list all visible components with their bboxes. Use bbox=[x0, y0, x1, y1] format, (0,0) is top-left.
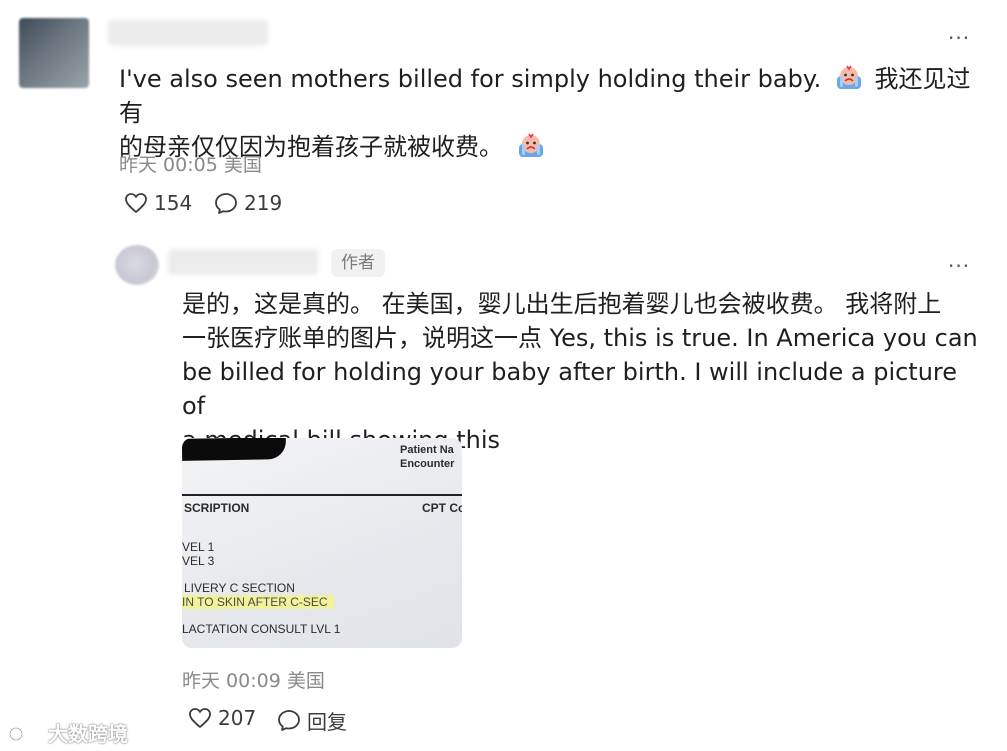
medical-bill-image[interactable]: Patient Na Encounter SCRIPTION CPT Co VE… bbox=[182, 438, 462, 648]
bill-patient-name-label: Patient Na bbox=[400, 444, 454, 456]
author-avatar[interactable] bbox=[115, 245, 159, 285]
comment-text: I've also seen mothers billed for simply… bbox=[119, 62, 989, 164]
heart-icon bbox=[125, 193, 147, 213]
comment-time: 昨天 00:05 bbox=[119, 154, 218, 176]
bill-row: VEL 3 bbox=[182, 554, 215, 568]
reply-text: 是的，这是真的。 在美国，婴儿出生后抱着婴儿也会被收费。 我将附上 一张医疗账单… bbox=[182, 287, 982, 457]
redacted-area bbox=[182, 438, 287, 461]
like-button[interactable]: 154 bbox=[124, 191, 192, 215]
comment-text-en: I've also seen mothers billed for simply… bbox=[119, 65, 822, 93]
watermark: 大数跨境 bbox=[8, 718, 128, 747]
reply-text-line: 是的，这是真的。 在美国，婴儿出生后抱着婴儿也会被收费。 我将附上 bbox=[182, 290, 942, 318]
like-count: 207 bbox=[218, 706, 257, 730]
bill-cpt-header: CPT Co bbox=[422, 501, 462, 515]
like-button[interactable]: 207 bbox=[188, 706, 256, 730]
more-options-icon[interactable]: ··· bbox=[948, 256, 970, 276]
comment-meta: 昨天 00:05 美国 bbox=[119, 150, 262, 177]
reply-button[interactable]: 回复 bbox=[277, 706, 347, 735]
comment-location: 美国 bbox=[223, 154, 262, 176]
bill-row-highlighted: IN TO SKIN AFTER C-SEC bbox=[182, 595, 334, 609]
comment-bubble-icon bbox=[278, 710, 300, 731]
reply-label: 回复 bbox=[307, 710, 347, 734]
comment-bubble-icon bbox=[215, 192, 237, 214]
reply-time: 昨天 00:09 bbox=[182, 670, 281, 692]
reply-count-button[interactable]: 219 bbox=[214, 191, 282, 215]
reply-location: 美国 bbox=[286, 670, 325, 692]
bill-description-header: SCRIPTION bbox=[184, 501, 250, 515]
bill-row: LACTATION CONSULT LVL 1 bbox=[182, 622, 341, 636]
brand-logo-icon bbox=[8, 724, 43, 741]
author-badge: 作者 bbox=[331, 249, 385, 277]
crying-face-emoji-icon bbox=[518, 133, 543, 157]
reply-count: 219 bbox=[244, 191, 283, 215]
commenter-avatar[interactable] bbox=[19, 18, 89, 88]
crying-face-emoji-icon bbox=[836, 65, 861, 89]
reply-meta: 昨天 00:09 美国 bbox=[182, 666, 325, 693]
bill-row: VEL 1 bbox=[182, 540, 215, 554]
reply-text-line: be billed for holding your baby after bi… bbox=[182, 358, 958, 420]
author-name-blurred[interactable] bbox=[168, 249, 318, 275]
heart-icon bbox=[189, 708, 211, 728]
more-options-icon[interactable]: ··· bbox=[948, 28, 970, 48]
like-count: 154 bbox=[154, 191, 193, 215]
reply-text-line: 一张医疗账单的图片，说明这一点 Yes, this is true. In Am… bbox=[182, 324, 978, 352]
bill-row: LIVERY C SECTION bbox=[184, 581, 295, 595]
bill-encounter-label: Encounter bbox=[400, 458, 455, 470]
bill-divider bbox=[182, 494, 462, 496]
commenter-name-blurred[interactable] bbox=[108, 20, 268, 46]
watermark-text: 大数跨境 bbox=[48, 722, 128, 746]
